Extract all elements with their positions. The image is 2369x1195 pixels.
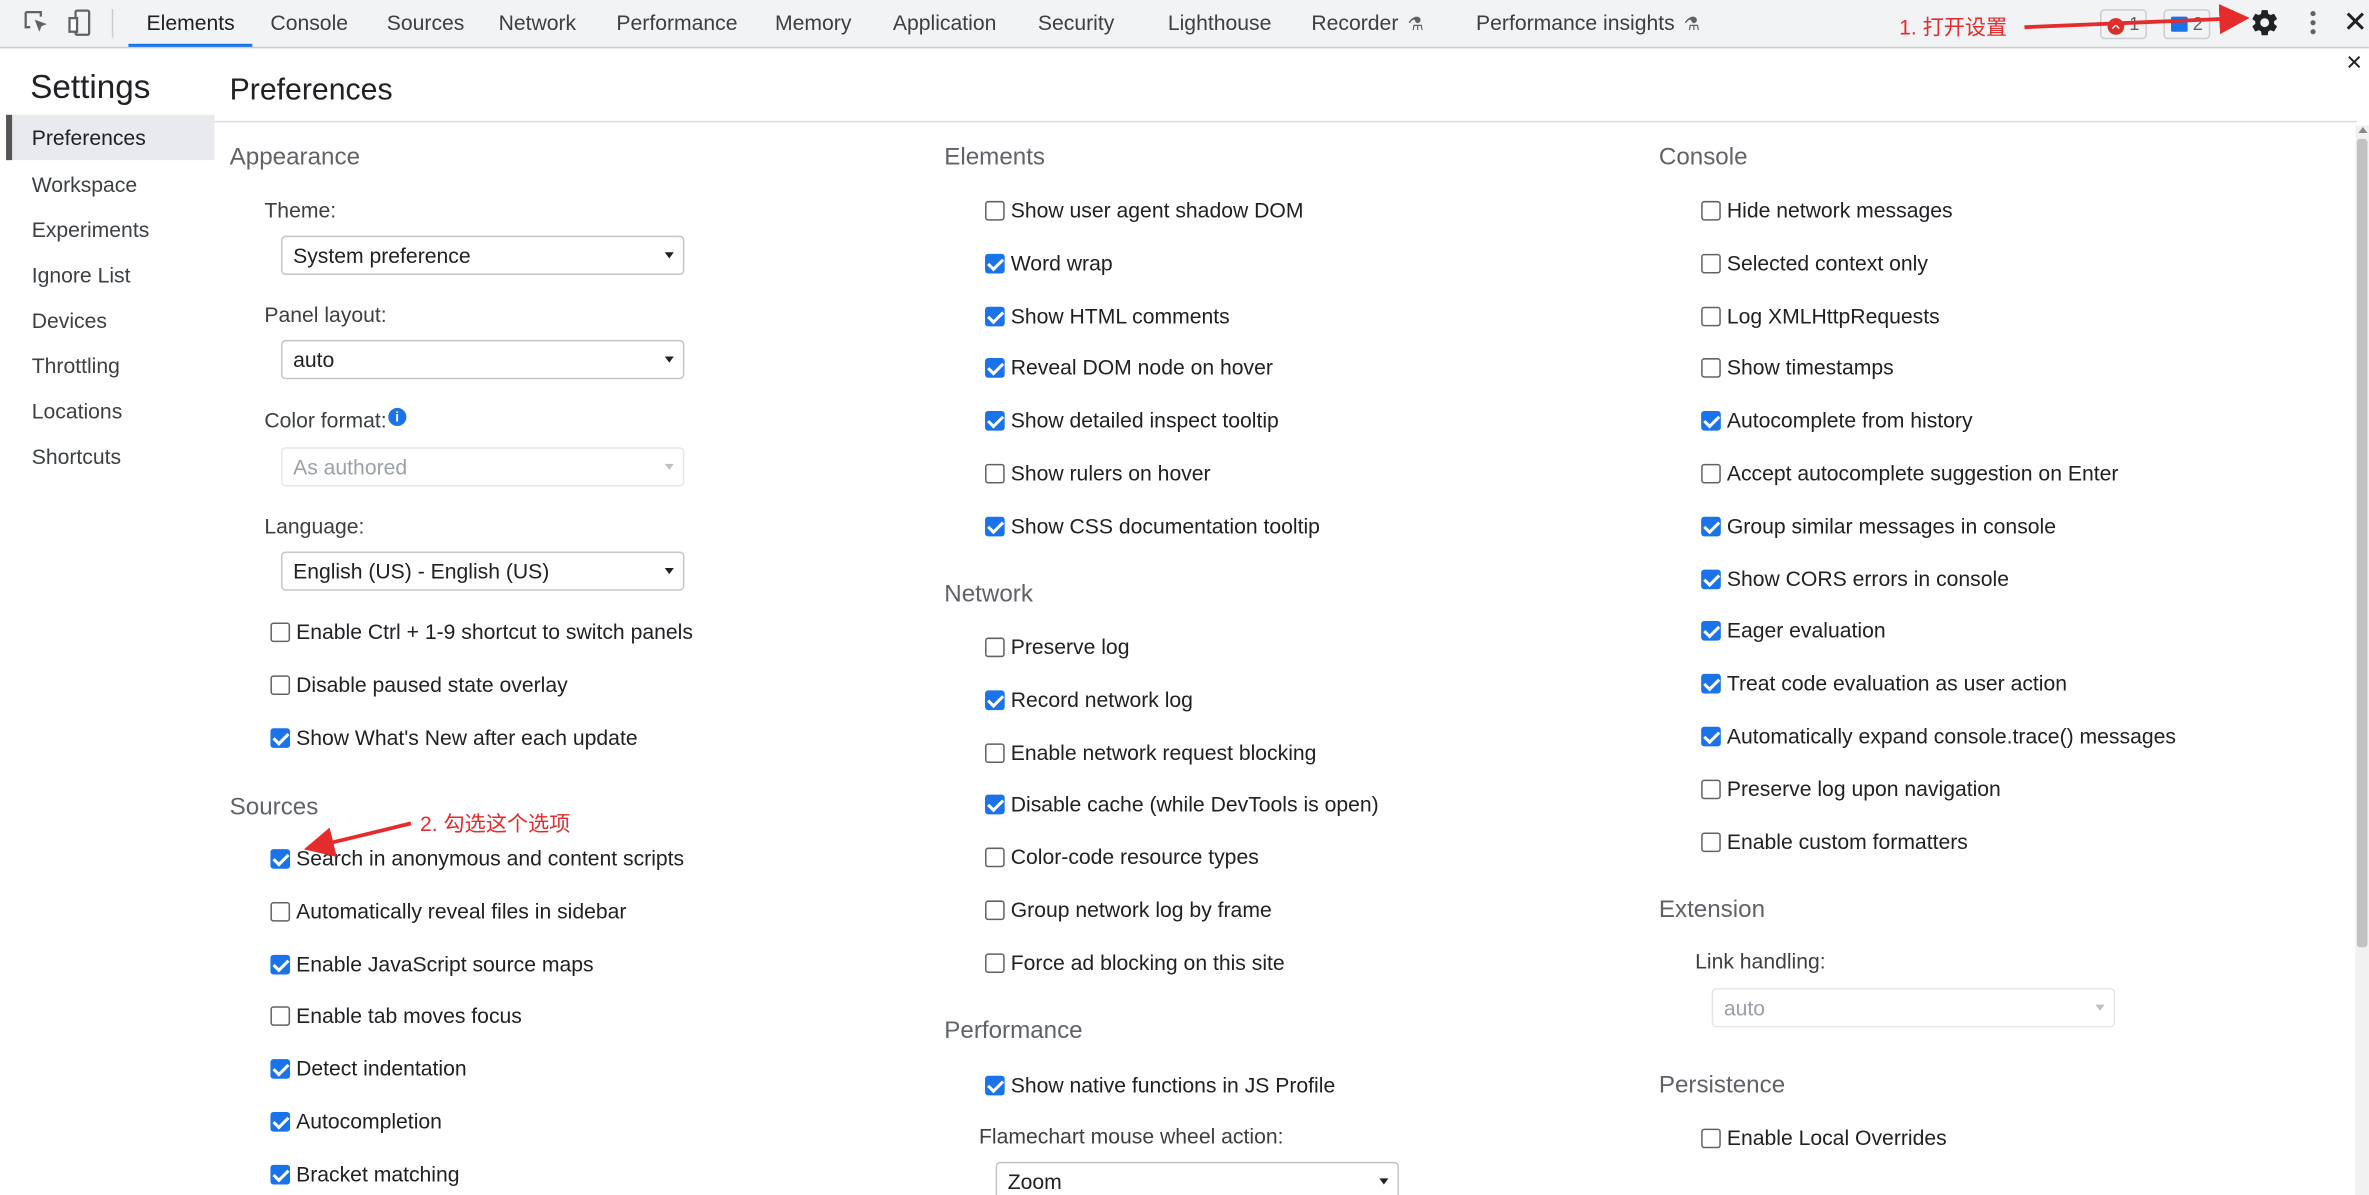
devtools-window: Elements Console Sources Network Perform… bbox=[0, 0, 2369, 1195]
arrow-to-checkbox bbox=[303, 821, 412, 857]
arrow-to-settings bbox=[2024, 3, 2250, 35]
annotation-arrows bbox=[303, 3, 2250, 857]
